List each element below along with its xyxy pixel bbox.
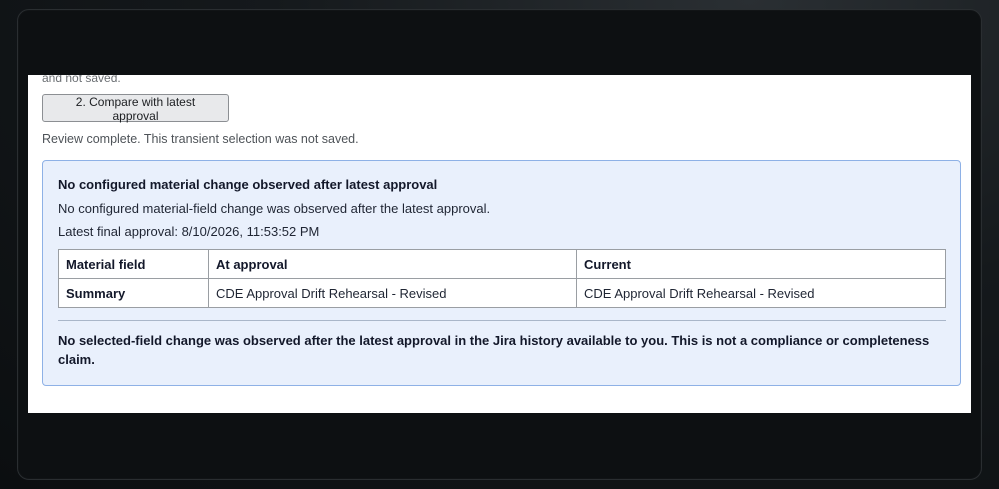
- latest-approval-date: Latest final approval: 8/10/2026, 11:53:…: [58, 224, 320, 239]
- clipped-previous-text: and not saved.: [42, 75, 121, 85]
- disclaimer-note: No selected-field change was observed af…: [58, 333, 930, 367]
- review-panel: and not saved. 2. Compare with latest ap…: [28, 75, 971, 413]
- header-material-field: Material field: [58, 249, 209, 279]
- header-at-approval: At approval: [208, 249, 577, 279]
- divider: [58, 320, 946, 321]
- cell-at-approval: CDE Approval Drift Rehearsal - Revised: [208, 278, 577, 308]
- result-description: No configured material-field change was …: [58, 201, 491, 216]
- result-box: No configured material change observed a…: [42, 160, 961, 386]
- material-fields-table: Material field At approval Current Summa…: [58, 249, 946, 308]
- status-message: Review complete. This transient selectio…: [42, 132, 359, 146]
- compare-with-latest-approval-button[interactable]: 2. Compare with latest approval: [42, 94, 229, 123]
- table-header-row: Material field At approval Current: [58, 249, 946, 279]
- cell-current: CDE Approval Drift Rehearsal - Revised: [576, 278, 946, 308]
- header-current: Current: [576, 249, 946, 279]
- result-title: No configured material change observed a…: [58, 177, 438, 192]
- table-row: Summary CDE Approval Drift Rehearsal - R…: [58, 278, 946, 308]
- cell-field-name: Summary: [58, 278, 209, 308]
